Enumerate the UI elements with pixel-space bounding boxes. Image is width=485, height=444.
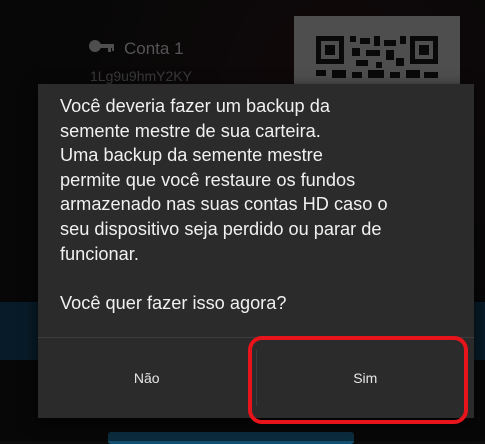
message-line: semente mestre de sua carteira. [60, 120, 321, 141]
backup-reminder-dialog: Você deveria fazer um backup da semente … [38, 84, 474, 418]
dialog-message: Você deveria fazer um backup da semente … [60, 94, 460, 315]
message-line: permite que você restaure os fundos [60, 169, 356, 190]
message-line: Uma backup da semente mestre [60, 145, 323, 166]
dialog-question: Você quer fazer isso agora? [60, 292, 287, 313]
message-line: seu dispositivo seja perdido ou parar de [60, 218, 382, 239]
no-button[interactable]: Não [38, 338, 256, 418]
message-line: Você deveria fazer um backup da [60, 96, 330, 116]
dialog-actions: Não Sim [38, 338, 474, 418]
message-line: funcionar. [60, 243, 139, 264]
yes-button[interactable]: Sim [257, 338, 475, 418]
message-line: armazenado nas suas contas HD caso o [60, 194, 388, 215]
